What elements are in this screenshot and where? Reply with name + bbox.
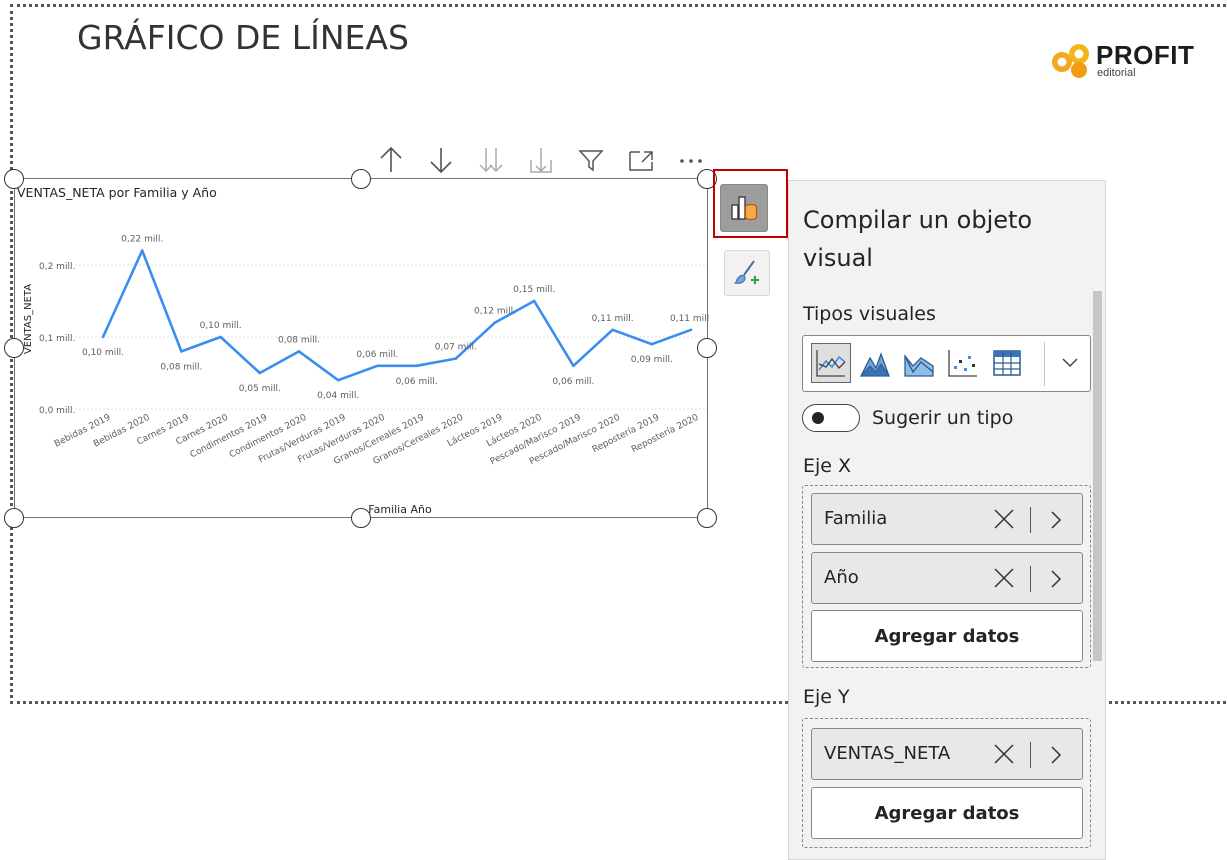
resize-handle-bottom-left[interactable] xyxy=(4,508,24,528)
chart-title: VENTAS_NETA por Familia y Año xyxy=(17,185,217,200)
remove-field-icon[interactable] xyxy=(990,739,1018,769)
field-name: Año xyxy=(824,567,859,588)
data-label: 0,09 mill. xyxy=(631,355,673,365)
data-label: 0,11 mill. xyxy=(670,314,709,324)
x-axis-add-data-button[interactable]: Agregar datos xyxy=(811,610,1083,662)
data-label: 0,08 mill. xyxy=(278,335,320,345)
resize-handle-left[interactable] xyxy=(4,338,24,358)
resize-handle-bottom[interactable] xyxy=(351,508,371,528)
logo-hexagon-icon xyxy=(1052,44,1089,78)
y-axis-field[interactable]: VENTAS_NETA xyxy=(811,728,1083,780)
visual-header-toolbar xyxy=(366,142,716,178)
resize-handle-bottom-right[interactable] xyxy=(697,508,717,528)
chevron-down-icon[interactable] xyxy=(1050,343,1090,383)
data-label: 0,06 mill. xyxy=(396,377,438,387)
visual-types-gallery xyxy=(802,335,1091,392)
drill-down-icon[interactable] xyxy=(416,142,466,178)
data-point xyxy=(336,378,340,382)
x-axis-field[interactable]: Año xyxy=(811,552,1083,604)
scatter-chart-icon[interactable] xyxy=(943,343,983,383)
x-tick-label: Repostería 2020 xyxy=(630,413,701,456)
area-chart-icon[interactable] xyxy=(855,343,895,383)
format-paintbrush-icon xyxy=(733,260,759,284)
data-point xyxy=(101,335,105,339)
y-axis-title: VENTAS_NETA xyxy=(23,284,34,354)
data-point xyxy=(219,335,222,339)
data-point xyxy=(611,328,614,332)
data-label: 0,07 mill. xyxy=(435,343,477,353)
resize-handle-right[interactable] xyxy=(697,338,717,358)
data-label: 0,04 mill. xyxy=(317,391,359,401)
x-tick-label: Repostería 2019 xyxy=(591,413,662,456)
pane-scrollbar[interactable] xyxy=(1093,291,1102,661)
data-point xyxy=(689,328,693,332)
focus-mode-icon[interactable] xyxy=(616,142,666,178)
data-point xyxy=(140,249,144,252)
line-chart: VENTAS_NETA por Familia y Año 0,0 mill. 0,… xyxy=(17,185,709,516)
data-point xyxy=(454,357,458,360)
data-point xyxy=(376,364,379,368)
y-tick-label: 0,1 mill. xyxy=(39,334,75,344)
y-axis-well: VENTAS_NETA Agregar datos xyxy=(802,718,1091,848)
data-label: 0,06 mill. xyxy=(552,377,594,387)
suggest-type-toggle[interactable] xyxy=(802,404,860,432)
data-label: 0,05 mill. xyxy=(239,384,281,394)
remove-field-icon[interactable] xyxy=(990,563,1018,593)
x-axis-title: Familia Año xyxy=(368,503,432,516)
highlight-box xyxy=(713,169,788,238)
suggest-type-label: Sugerir un tipo xyxy=(872,407,1014,429)
chevron-right-icon[interactable] xyxy=(1044,740,1068,770)
data-label: 0,08 mill. xyxy=(160,362,202,372)
y-tick-label: 0,0 mill. xyxy=(39,406,75,416)
table-icon[interactable] xyxy=(987,343,1027,383)
build-visual-pane: Compilar un objeto visual Tipos visuales… xyxy=(788,180,1106,860)
data-label: 0,10 mill. xyxy=(200,321,242,331)
y-axis-label: Eje Y xyxy=(803,686,850,708)
y-tick-label: 0,2 mill. xyxy=(39,262,75,272)
filter-icon[interactable] xyxy=(566,142,616,178)
data-point xyxy=(297,350,301,353)
profit-logo: PROFIT editorial xyxy=(1048,40,1218,100)
data-point xyxy=(572,364,575,368)
visual-types-divider xyxy=(1044,342,1045,386)
line-chart-visual[interactable]: VENTAS_NETA por Familia y Año 0,0 mill. 0,… xyxy=(14,178,709,518)
expand-hierarchy-icon[interactable] xyxy=(516,142,566,178)
resize-handle-top[interactable] xyxy=(351,169,371,189)
data-point xyxy=(493,321,497,324)
data-label: 0,22 mill. xyxy=(121,235,163,245)
x-axis-label: Eje X xyxy=(803,455,852,477)
stacked-area-chart-icon[interactable] xyxy=(899,343,939,383)
report-title: GRÁFICO DE LÍNEAS xyxy=(77,18,409,57)
resize-handle-top-left[interactable] xyxy=(4,169,24,189)
visual-types-label: Tipos visuales xyxy=(803,303,936,325)
remove-field-icon[interactable] xyxy=(990,504,1018,534)
data-point xyxy=(258,371,262,375)
data-point xyxy=(180,350,183,353)
field-name: VENTAS_NETA xyxy=(824,743,951,764)
logo-subtitle: editorial xyxy=(1097,67,1136,79)
data-point xyxy=(650,342,654,346)
chevron-right-icon[interactable] xyxy=(1044,505,1068,535)
expand-next-level-icon[interactable] xyxy=(466,142,516,178)
chevron-right-icon[interactable] xyxy=(1044,564,1068,594)
field-name: Familia xyxy=(824,508,888,529)
line-chart-icon[interactable] xyxy=(811,343,851,383)
data-label: 0,10 mill. xyxy=(82,348,124,358)
drill-up-icon[interactable] xyxy=(366,142,416,178)
data-label: 0,15 mill. xyxy=(513,285,555,295)
data-label: 0,11 mill. xyxy=(592,314,634,324)
data-point xyxy=(532,299,536,303)
data-label: 0,06 mill. xyxy=(356,350,398,360)
data-label: 0,12 mill. xyxy=(474,307,516,317)
pane-title: Compilar un objeto visual xyxy=(803,206,1033,272)
data-point xyxy=(415,364,418,368)
x-axis-well: Familia Año Agregar datos xyxy=(802,485,1091,668)
y-axis-add-data-button[interactable]: Agregar datos xyxy=(811,787,1083,839)
format-visual-button[interactable] xyxy=(724,250,770,296)
x-axis-field[interactable]: Familia xyxy=(811,493,1083,545)
